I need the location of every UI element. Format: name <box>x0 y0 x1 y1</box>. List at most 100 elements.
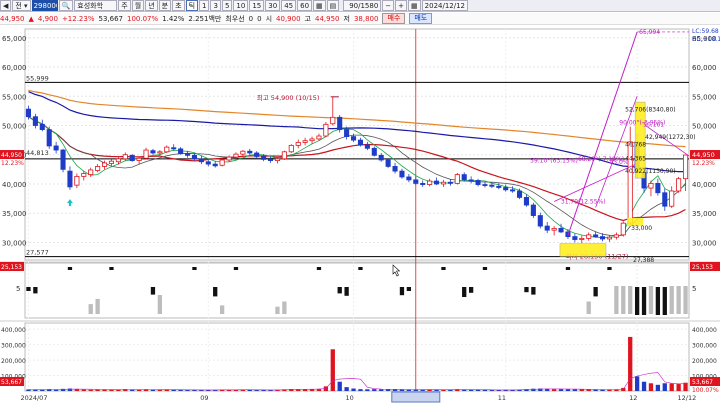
volume-bar <box>95 389 100 391</box>
indicator-bar <box>219 305 225 314</box>
zoom-in-icon[interactable]: + <box>395 0 408 11</box>
minute-45[interactable]: 45 <box>281 0 297 11</box>
volume-tick-right: 400,000 <box>692 327 717 334</box>
volume-bar <box>531 388 536 391</box>
sell-button[interactable]: 매도 <box>409 13 433 24</box>
volume-tick-right: 300,000 <box>692 343 717 350</box>
candle-body <box>219 159 225 166</box>
open-label: 시 <box>265 14 273 23</box>
indicator-bar <box>482 267 488 270</box>
candle-body <box>53 145 59 151</box>
stock-name-field[interactable]: 효성화학 <box>74 0 118 11</box>
stock-code-input[interactable]: 298000 <box>31 0 58 11</box>
candle-body <box>378 154 384 161</box>
price-tick-left: 60,000 <box>2 64 27 72</box>
fib-label: 43.0% <box>609 159 628 166</box>
volume-bar <box>178 389 183 391</box>
account-selector[interactable]: 전 ▾ <box>12 0 31 11</box>
up-arrow-icon: ▲ <box>28 14 34 23</box>
candle-body <box>682 154 689 180</box>
period-count-input[interactable]: 90/1580 <box>343 0 382 11</box>
volume-bar <box>607 389 612 391</box>
volume-bar <box>662 383 667 391</box>
candle-body <box>551 228 557 231</box>
candle-body <box>302 140 308 143</box>
price-change: 4,900 <box>37 14 58 23</box>
minute-30[interactable]: 30 <box>265 0 281 11</box>
indicator-icon[interactable]: ▤ <box>326 0 340 11</box>
indicator-bar <box>150 287 156 295</box>
candle-body <box>461 174 467 181</box>
ask-qty: 0 <box>257 14 262 23</box>
candle-body <box>392 166 398 172</box>
indicator-bar <box>586 301 591 314</box>
volume-tag-right: 53,667 <box>692 379 713 386</box>
x-axis-label: 12 <box>629 394 637 402</box>
candle-body <box>544 225 550 231</box>
indicator-bar <box>634 287 640 315</box>
candle-body <box>261 156 267 160</box>
trade-amount: 2.251백만 <box>188 14 222 23</box>
search-icon[interactable]: 🔍 <box>58 0 74 11</box>
volume-bar <box>330 349 335 391</box>
volume-bar <box>81 389 86 391</box>
period-low-label: 27,577 <box>26 249 49 257</box>
volume-bar <box>247 389 252 391</box>
indicator-bar <box>607 267 612 270</box>
minute-60[interactable]: 60 <box>297 0 313 11</box>
candle-body <box>468 179 474 182</box>
price-tag: 44,950 <box>692 151 715 159</box>
candle-body <box>267 159 274 161</box>
volume-bar <box>365 389 370 391</box>
period-tab-day[interactable]: 주 <box>118 0 131 11</box>
minute-1[interactable]: 1 <box>199 0 210 11</box>
period-tab-tick[interactable]: 틱 <box>185 0 199 11</box>
crosshair-date-box <box>391 391 441 403</box>
x-axis-label: 2024/07 <box>20 394 47 402</box>
candle <box>371 146 377 157</box>
period-tab-month[interactable]: 년 <box>145 0 158 11</box>
price-tick-left: 65,000 <box>2 35 27 43</box>
volume-bar <box>593 389 598 391</box>
volume-bar <box>434 389 439 391</box>
candle-body <box>399 170 405 178</box>
grid-icon[interactable]: ▦ <box>408 0 421 11</box>
quote-bar: 44,950 ▲ 4,900 +12.23% 53,667 100.07% 1.… <box>0 13 720 25</box>
zoom-out-icon[interactable]: − <box>382 0 395 11</box>
x-axis-label: 09 <box>200 394 208 402</box>
low-price: 38,800 <box>353 14 379 23</box>
period-tab-week[interactable]: 월 <box>131 0 145 11</box>
volume-bar <box>40 389 45 391</box>
candle-body <box>337 116 343 130</box>
fib-label: 65,994 <box>639 29 660 36</box>
volume-value: 53,667 <box>98 14 124 23</box>
minute-5[interactable]: 5 <box>221 0 233 11</box>
volume-bar <box>171 389 176 391</box>
chart-type-icon[interactable]: ▦ <box>313 0 326 11</box>
date-input[interactable]: 2024/12/12 <box>421 0 469 11</box>
stock-chart[interactable]: 65,000 65,00060,000 60,00055,000 55,00050,0… <box>0 25 720 404</box>
period-tab-minute[interactable]: 분 <box>158 0 172 11</box>
high-price: 44,950 <box>315 14 340 23</box>
indicator-bar <box>233 267 239 270</box>
minute-3[interactable]: 3 <box>210 0 221 11</box>
candle-body <box>516 190 523 198</box>
indicator-bar <box>531 287 536 295</box>
candle-body <box>613 234 619 238</box>
candle-body <box>330 116 336 125</box>
candle-body <box>503 187 509 191</box>
candle-body <box>74 175 80 186</box>
candle-body <box>344 129 350 138</box>
volume-bar <box>475 389 481 391</box>
buy-button[interactable]: 매수 <box>382 13 406 24</box>
candle-body <box>212 163 218 167</box>
menu-icon[interactable]: ◀ <box>0 0 12 11</box>
indicator-bar <box>275 306 280 314</box>
indicator-bar <box>655 287 661 315</box>
candle-body <box>599 236 606 240</box>
candle-body <box>593 234 599 238</box>
minute-10[interactable]: 10 <box>233 0 249 11</box>
candle-body <box>371 147 377 156</box>
period-tab-second[interactable]: 초 <box>172 0 185 11</box>
minute-15[interactable]: 15 <box>249 0 265 11</box>
